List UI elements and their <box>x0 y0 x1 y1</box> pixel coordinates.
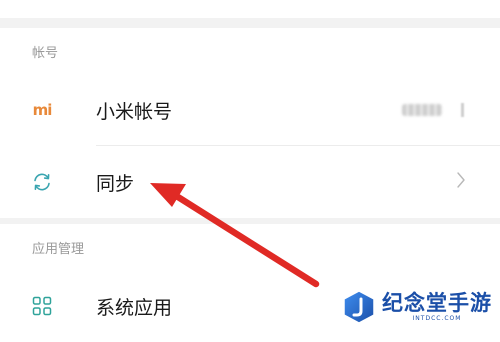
watermark-logo-icon <box>343 290 375 324</box>
watermark-text: 纪念堂手游 <box>382 291 492 315</box>
annotation-red-arrow <box>150 183 320 288</box>
watermark-url: INTDCC.COM <box>412 315 462 322</box>
watermark: 纪念堂手游 INTDCC.COM <box>342 287 492 327</box>
